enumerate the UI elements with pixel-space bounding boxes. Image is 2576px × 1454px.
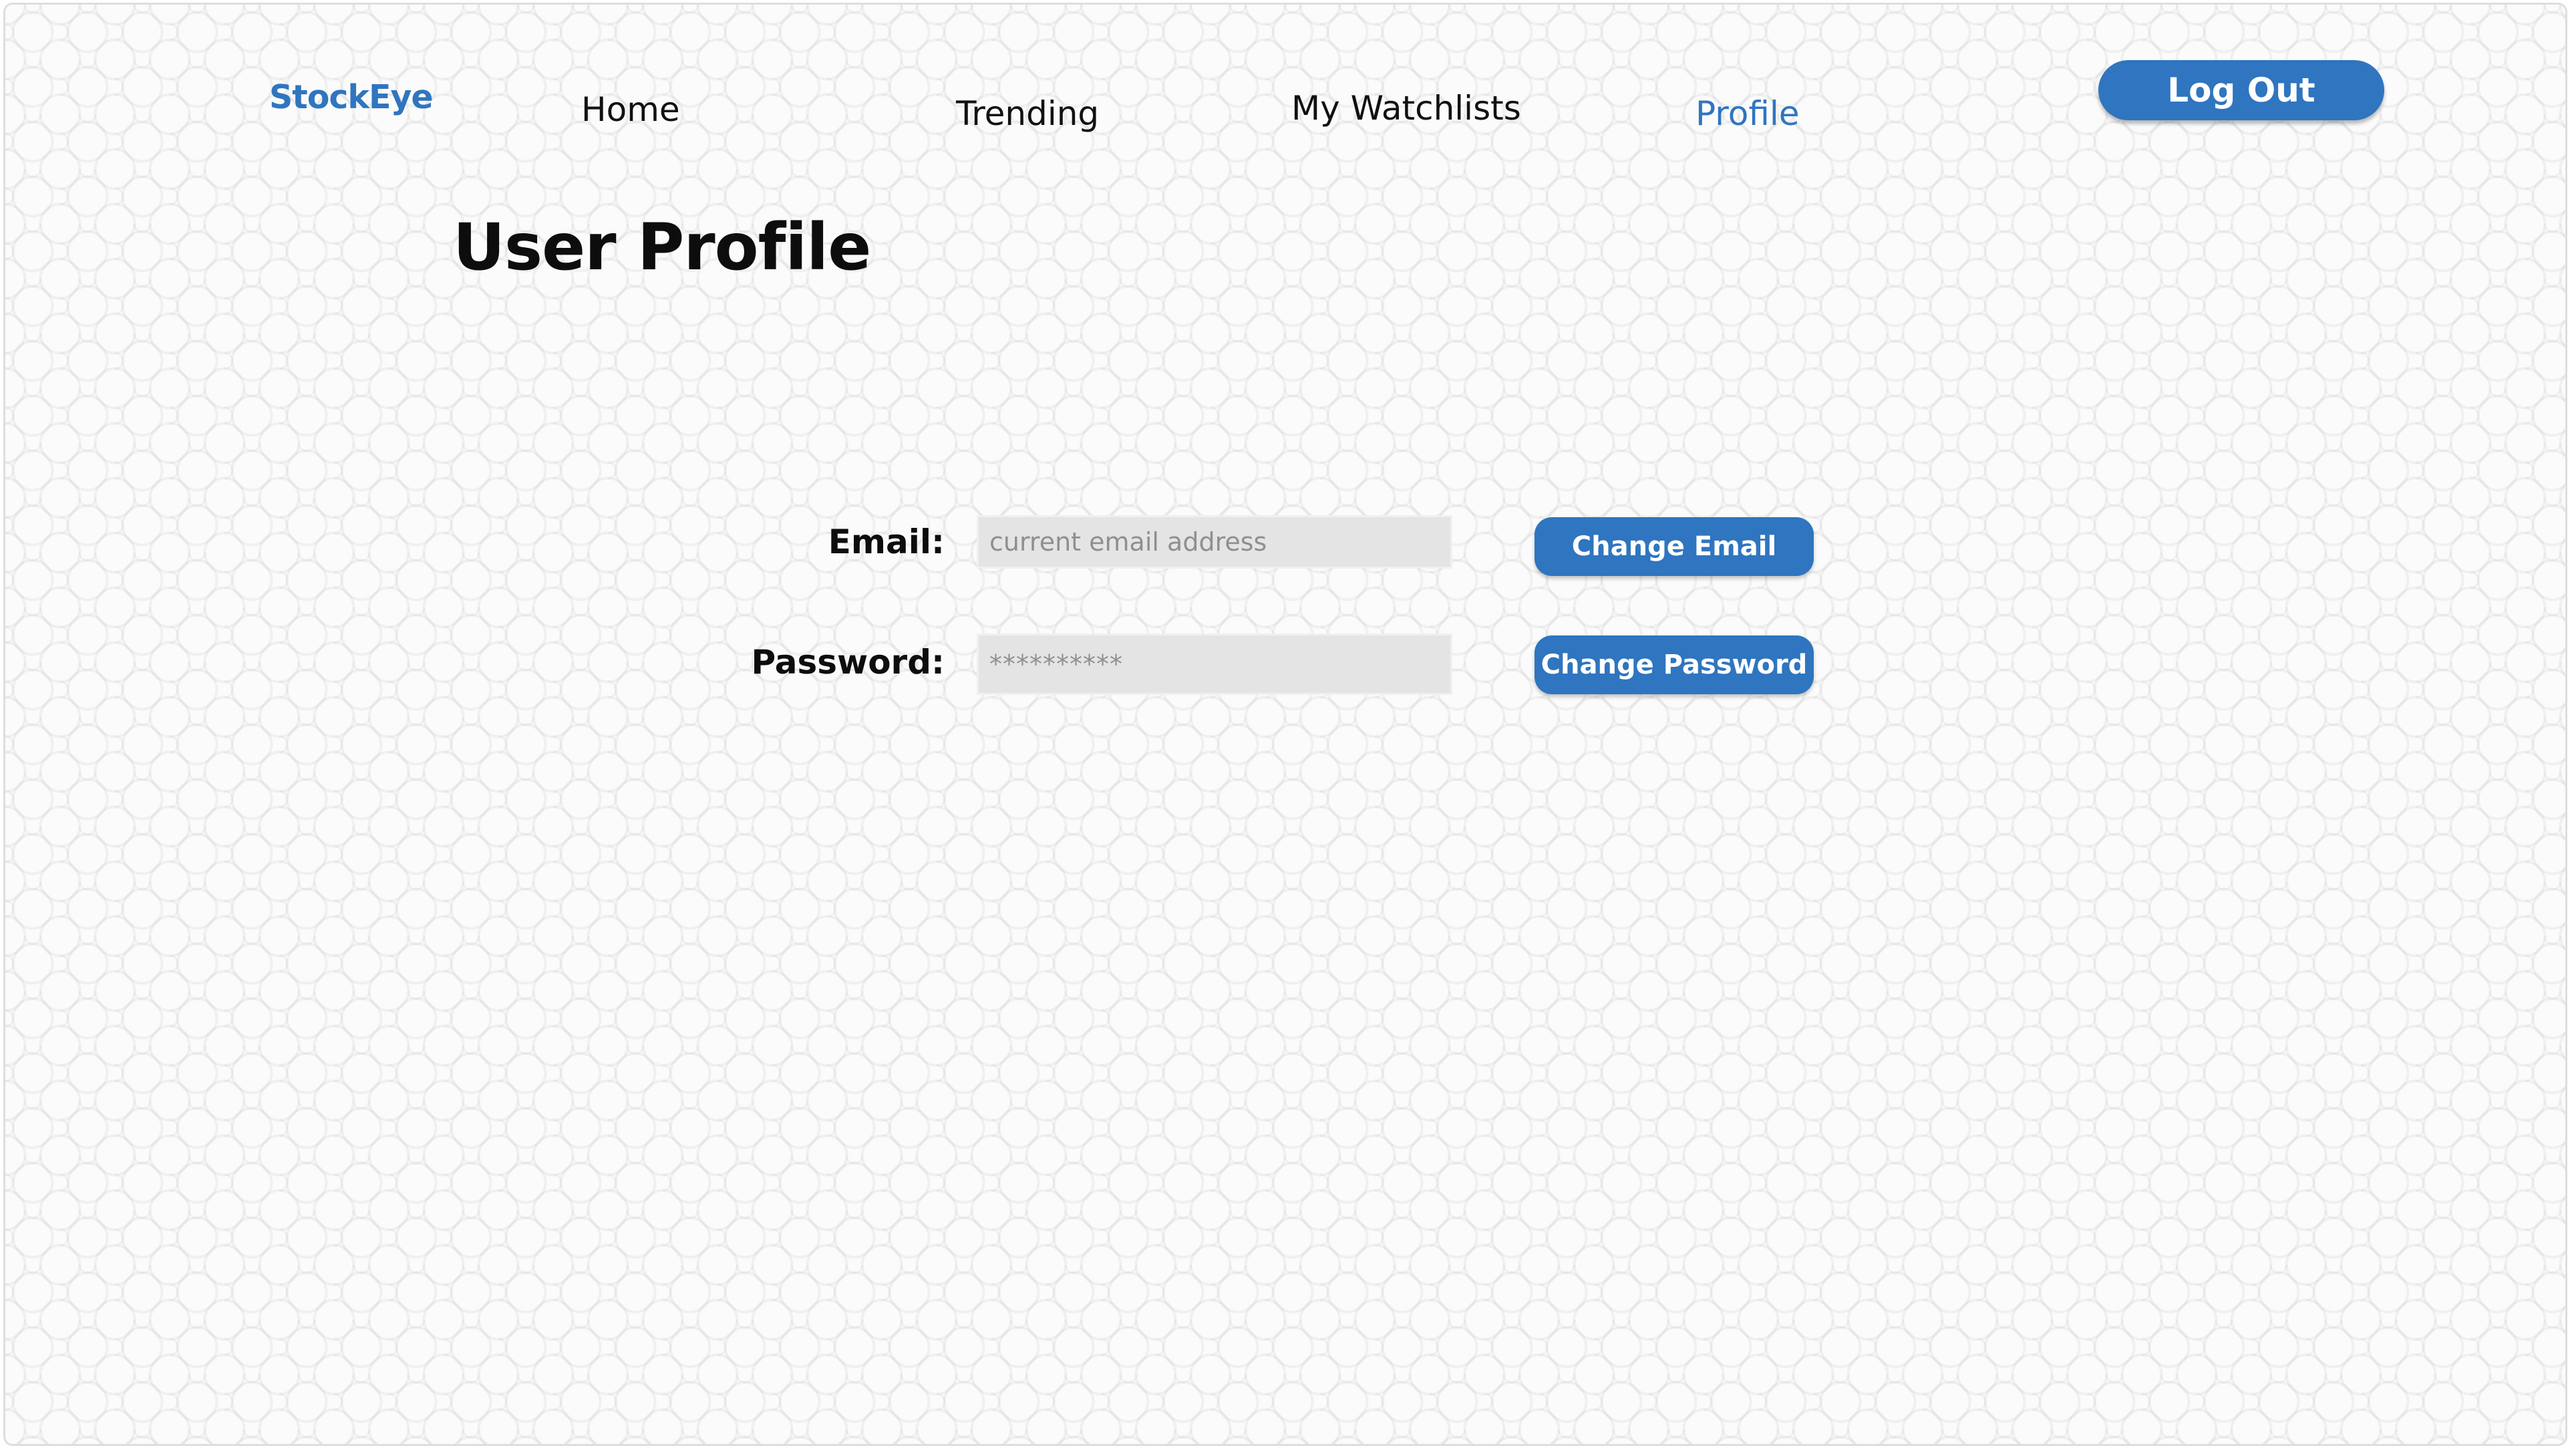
password-label: Password: <box>751 643 945 682</box>
nav-home-link[interactable]: Home <box>581 90 680 129</box>
brand-logo-link[interactable]: StockEye <box>269 78 434 116</box>
logout-button[interactable]: Log Out <box>2098 60 2384 120</box>
change-password-button[interactable]: Change Password <box>1535 635 1814 694</box>
page-container: StockEye Home Trending My Watchlists Pro… <box>3 3 2567 1446</box>
email-label: Email: <box>828 523 945 561</box>
page-title: User Profile <box>453 210 871 285</box>
password-field[interactable] <box>977 633 1452 695</box>
change-email-button[interactable]: Change Email <box>1535 517 1814 576</box>
nav-watchlists-link[interactable]: My Watchlists <box>1291 89 1521 128</box>
nav-trending-link[interactable]: Trending <box>956 94 1099 133</box>
email-field[interactable] <box>977 515 1452 569</box>
nav-profile-link[interactable]: Profile <box>1696 94 1799 133</box>
